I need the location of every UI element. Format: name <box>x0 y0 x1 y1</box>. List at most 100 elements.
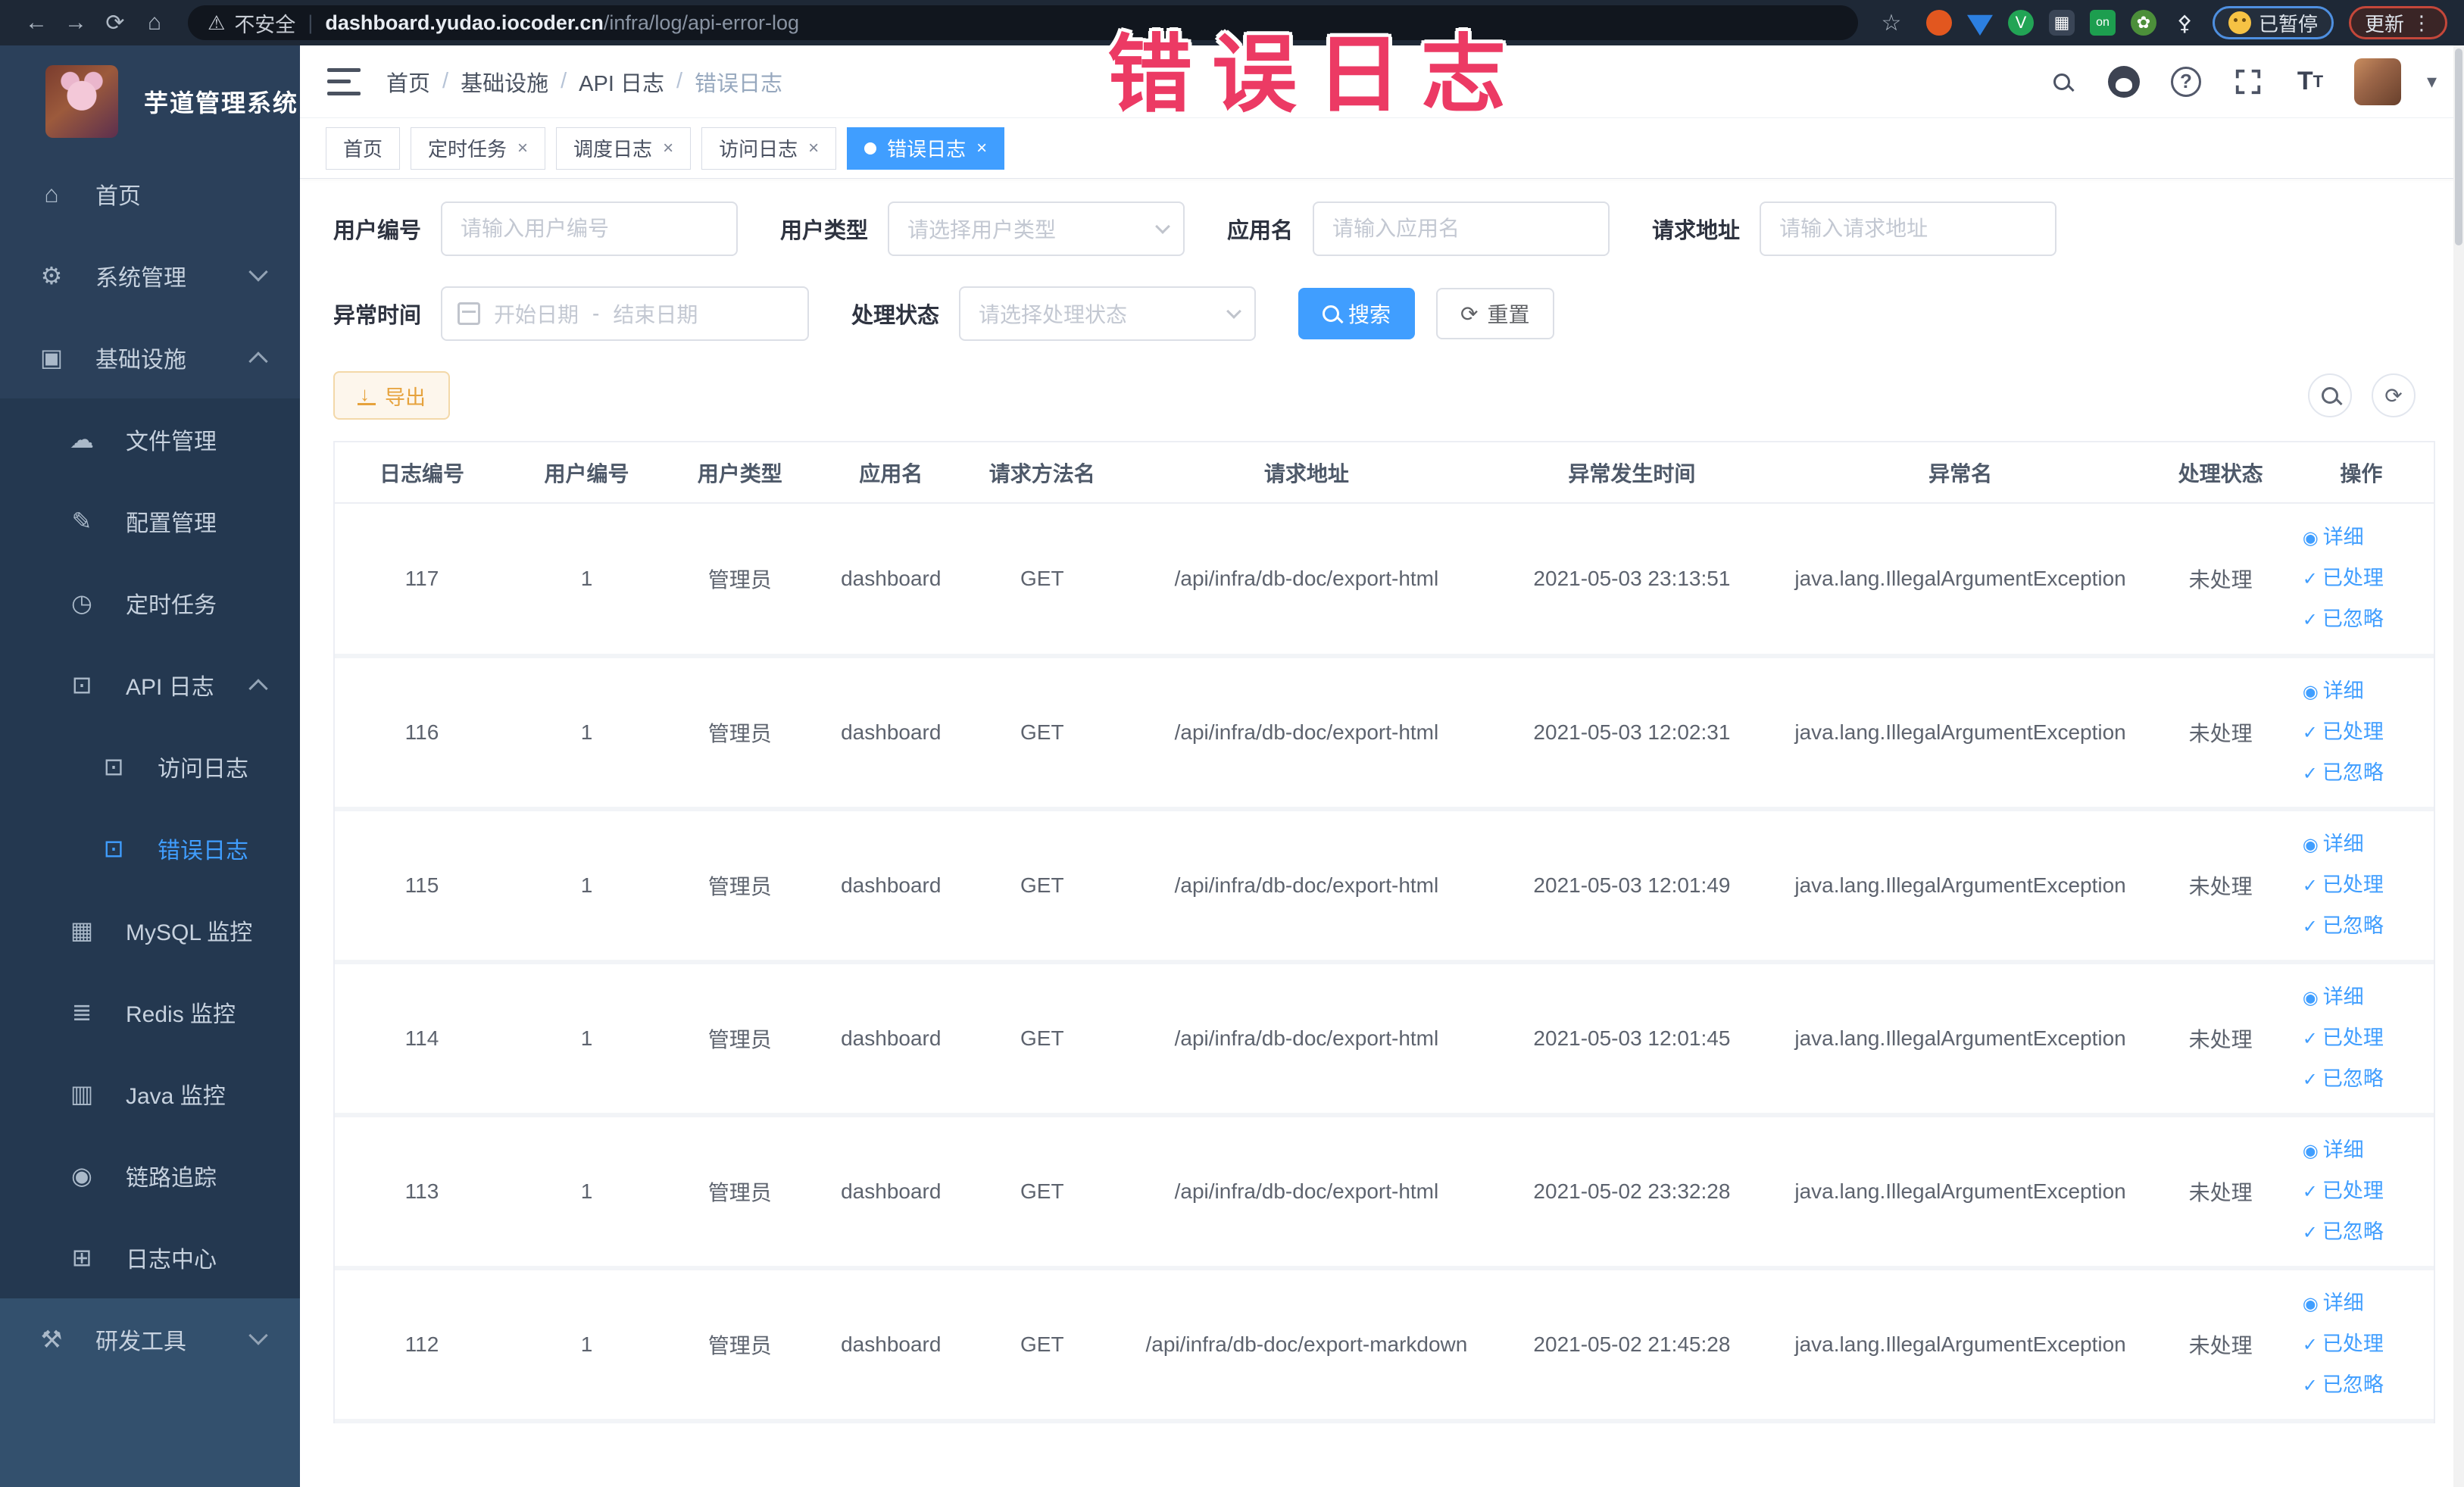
action-已忽略[interactable]: ✓ 已忽略 <box>2303 599 2434 640</box>
collapse-sidebar-icon[interactable] <box>327 67 361 95</box>
request-url-input[interactable] <box>1760 201 2057 256</box>
action-已处理[interactable]: ✓ 已处理 <box>2303 865 2434 906</box>
bookmark-star-icon[interactable]: ☆ <box>1872 10 1911 36</box>
action-详细[interactable]: ◉ 详细 <box>2303 977 2434 1018</box>
eye-icon: ◉ <box>2302 1294 2319 1314</box>
date-range-picker[interactable]: 开始日期 - 结束日期 <box>441 286 810 341</box>
sidebar-item-文件管理[interactable]: ☁ 文件管理 <box>0 398 300 480</box>
toggle-search-button[interactable] <box>2308 373 2352 417</box>
github-icon[interactable] <box>2106 64 2142 100</box>
sidebar-item-api-日志[interactable]: ⊡ API 日志 <box>0 644 300 726</box>
sidebar-item-定时任务[interactable]: ◷ 定时任务 <box>0 562 300 644</box>
action-详细[interactable]: ◉ 详细 <box>2303 1130 2434 1171</box>
forward-icon[interactable]: → <box>56 10 95 36</box>
action-已忽略[interactable]: ✓ 已忽略 <box>2303 753 2434 794</box>
breadcrumb-item[interactable]: 首页 <box>386 66 430 98</box>
fullscreen-icon[interactable] <box>2230 64 2266 100</box>
action-已忽略[interactable]: ✓ 已忽略 <box>2303 1212 2434 1253</box>
user-id-input[interactable] <box>441 201 739 256</box>
cell-time: 2021-05-02 21:45:28 <box>1495 1268 1769 1423</box>
search-icon[interactable] <box>2044 64 2080 100</box>
action-已忽略[interactable]: ✓ 已忽略 <box>2303 1365 2434 1406</box>
search-button[interactable]: 搜索 <box>1298 288 1416 339</box>
address-bar[interactable]: ⚠ 不安全 | dashboard.yudao.iocoder.cn/infra… <box>188 5 1858 40</box>
logo-image <box>45 65 118 138</box>
tab-访问日志[interactable]: 访问日志 × <box>701 127 837 170</box>
home-icon[interactable]: ⌂ <box>135 10 174 36</box>
sidebar-item-label: 系统管理 <box>95 266 186 291</box>
sidebar-item-链路追踪[interactable]: ◉ 链路追踪 <box>0 1135 300 1217</box>
breadcrumb-separator: / <box>561 69 567 93</box>
action-已处理[interactable]: ✓ 已处理 <box>2303 1018 2434 1059</box>
tab-调度日志[interactable]: 调度日志 × <box>556 127 692 170</box>
close-icon[interactable]: × <box>663 138 673 159</box>
action-已处理[interactable]: ✓ 已处理 <box>2303 712 2434 753</box>
extension-icon[interactable] <box>1966 14 1993 36</box>
table-row: 116 1 管理员 dashboard GET/api/infra/db-doc/exp… <box>335 656 2434 811</box>
close-icon[interactable]: × <box>517 138 528 159</box>
action-已处理[interactable]: ✓ 已处理 <box>2303 1324 2434 1365</box>
extension-on-icon[interactable]: on <box>2089 10 2116 36</box>
font-size-icon[interactable]: TT <box>2292 64 2328 100</box>
extension-icon[interactable] <box>1925 10 1952 36</box>
cell-id: 115 <box>335 809 509 964</box>
sidebar-item-研发工具[interactable]: ⚒ 研发工具 <box>0 1298 300 1380</box>
profile-paused-badge[interactable]: 已暂停 <box>2212 6 2334 39</box>
process-status-select[interactable]: 请选择处理状态 <box>959 286 1257 341</box>
action-详细[interactable]: ◉ 详细 <box>2303 1283 2434 1324</box>
back-icon[interactable]: ← <box>17 10 56 36</box>
logo-row[interactable]: 芋道管理系统 <box>0 45 300 153</box>
tab-首页[interactable]: 首页 <box>326 127 401 170</box>
table-row: 113 1 管理员 dashboard GET/api/infra/db-doc/exp… <box>335 1115 2434 1270</box>
help-icon[interactable]: ? <box>2168 64 2204 100</box>
mysql-icon: ▦ <box>70 917 94 944</box>
sidebar-item-label: 研发工具 <box>95 1329 186 1354</box>
chevron-down-icon <box>1226 304 1241 319</box>
kebab-menu-icon[interactable]: ⋮ <box>2412 11 2431 35</box>
sidebar-item-基础设施[interactable]: ▣ 基础设施 <box>0 317 300 398</box>
close-icon[interactable]: × <box>976 138 987 159</box>
reload-icon[interactable]: ⟳ <box>95 10 135 36</box>
extension-icon[interactable]: V <box>2007 10 2034 36</box>
check-icon: ✓ <box>2302 764 2318 784</box>
reset-button[interactable]: ⟳ 重置 <box>1436 288 1554 339</box>
scrollbar-thumb[interactable] <box>2455 48 2462 245</box>
close-icon[interactable]: × <box>808 138 819 159</box>
tab-定时任务[interactable]: 定时任务 × <box>411 127 546 170</box>
app-name-input[interactable] <box>1313 201 1610 256</box>
sidebar-item-mysql-监控[interactable]: ▦ MySQL 监控 <box>0 889 300 971</box>
chevron-down-icon[interactable]: ▾ <box>2427 70 2437 93</box>
user-avatar[interactable] <box>2353 58 2401 105</box>
sidebar-item-访问日志[interactable]: ⊡ 访问日志 <box>0 726 300 808</box>
cell-user_id: 1 <box>508 962 665 1117</box>
tab-错误日志[interactable]: 错误日志 × <box>847 127 1005 170</box>
extension-icon[interactable]: ▦ <box>2048 10 2075 36</box>
sidebar-item-label: 基础设施 <box>95 348 186 373</box>
table-toolbar: 导出 ⟳ <box>333 371 2435 420</box>
user-type-select[interactable]: 请选择用户类型 <box>888 201 1185 256</box>
extension-icon[interactable]: ✿ <box>2130 10 2156 36</box>
sidebar: 芋道管理系统 ⌂ 首页 ⚙ 系统管理 ▣ 基础设施 ☁ 文件管理 ✎ 配置管理 ◷ 定时任务 ⊡ API … <box>0 45 300 1487</box>
sidebar-item-首页[interactable]: ⌂ 首页 <box>0 153 300 235</box>
action-已忽略[interactable]: ✓ 已忽略 <box>2303 1059 2434 1100</box>
refresh-table-button[interactable]: ⟳ <box>2372 373 2416 417</box>
sidebar-item-错误日志[interactable]: ⊡ 错误日志 <box>0 808 300 889</box>
action-已处理[interactable]: ✓ 已处理 <box>2303 558 2434 599</box>
action-已忽略[interactable]: ✓ 已忽略 <box>2303 906 2434 947</box>
extensions-puzzle-icon[interactable]: ⚴ <box>2172 10 2197 36</box>
sidebar-item-系统管理[interactable]: ⚙ 系统管理 <box>0 235 300 317</box>
action-label: 详细 <box>2322 833 2364 855</box>
action-已处理[interactable]: ✓ 已处理 <box>2303 1171 2434 1212</box>
page-scrollbar[interactable] <box>2453 45 2464 1487</box>
action-详细[interactable]: ◉ 详细 <box>2303 517 2434 558</box>
sidebar-item-java-监控[interactable]: ▥ Java 监控 <box>0 1053 300 1135</box>
sidebar-item-redis-监控[interactable]: ≣ Redis 监控 <box>0 971 300 1053</box>
export-button[interactable]: 导出 <box>333 371 450 420</box>
action-详细[interactable]: ◉ 详细 <box>2303 671 2434 712</box>
action-详细[interactable]: ◉ 详细 <box>2303 824 2434 865</box>
sidebar-item-配置管理[interactable]: ✎ 配置管理 <box>0 480 300 562</box>
breadcrumb-item[interactable]: API 日志 <box>579 66 664 98</box>
sidebar-item-日志中心[interactable]: ⊞ 日志中心 <box>0 1217 300 1298</box>
update-button[interactable]: 更新 ⋮ <box>2348 6 2447 39</box>
breadcrumb-item[interactable]: 基础设施 <box>461 66 548 98</box>
